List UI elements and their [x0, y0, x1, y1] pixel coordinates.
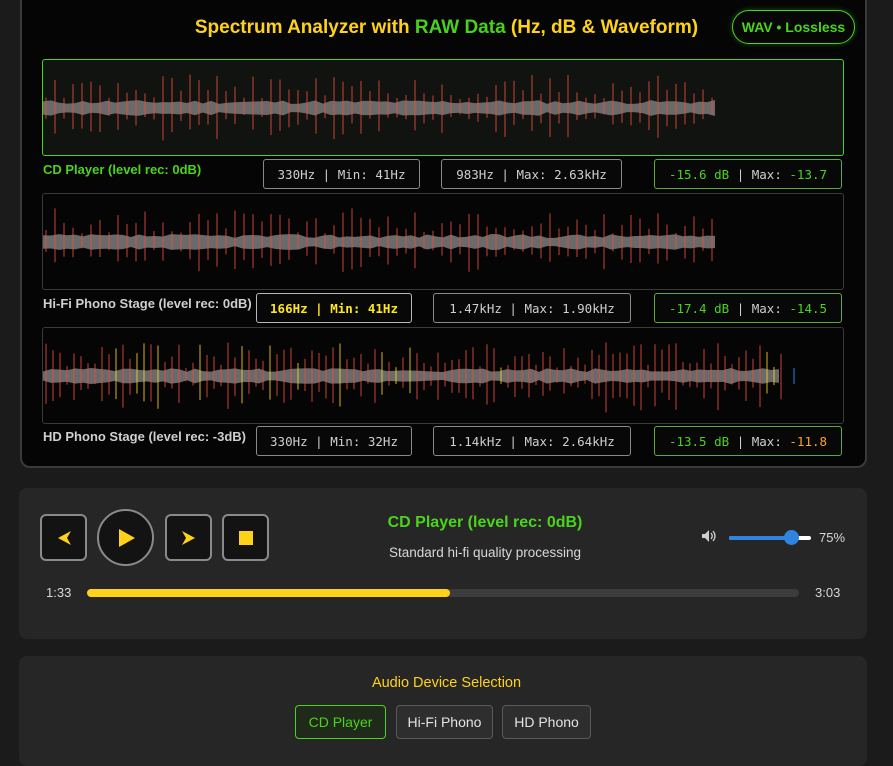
player-panel: [19, 488, 867, 639]
frequency-max-stat: 1.47kHz | Max: 1.90kHz: [433, 293, 631, 323]
frequency-min-stat: 330Hz | Min: 32Hz: [256, 426, 412, 456]
now-playing-description: Standard hi-fi quality processing: [388, 545, 582, 560]
frequency-min-stat: 166Hz | Min: 41Hz: [256, 293, 412, 323]
device-button-hd-phono[interactable]: HD Phono: [502, 705, 591, 739]
frequency-min-stat: 330Hz | Min: 41Hz: [263, 159, 420, 189]
total-duration: 3:03: [815, 585, 841, 600]
waveform-cd-player[interactable]: [42, 59, 844, 156]
volume-slider[interactable]: [729, 530, 811, 545]
play-button[interactable]: [97, 509, 154, 566]
now-playing-title: CD Player (level rec: 0dB): [387, 514, 583, 531]
track-label-hd-phono: HD Phono Stage (level rec: -3dB): [43, 429, 246, 444]
volume-percentage: 75%: [819, 530, 846, 545]
speaker-icon[interactable]: [701, 529, 717, 548]
progress-bar[interactable]: [87, 589, 799, 597]
previous-button[interactable]: [40, 514, 87, 561]
waveform-hd-phono[interactable]: [42, 327, 844, 424]
stop-button[interactable]: [222, 514, 269, 561]
db-level-stat: -13.5 dB | Max: -11.8: [654, 426, 842, 456]
device-button-hifi-phono[interactable]: Hi-Fi Phono: [396, 705, 493, 739]
track-label-cd-player: CD Player (level rec: 0dB): [43, 162, 202, 177]
play-icon: [118, 528, 135, 547]
db-level-stat: -15.6 dB | Max: -13.7: [654, 159, 842, 189]
format-badge: WAV • Lossless: [732, 10, 855, 44]
device-selection-heading: Audio Device Selection: [371, 675, 522, 691]
waveform-hifi-phono[interactable]: [42, 193, 844, 290]
prev-icon: [57, 530, 71, 545]
db-level-stat: -17.4 dB | Max: -14.5: [654, 293, 842, 323]
stop-icon: [238, 530, 253, 545]
next-icon: [181, 530, 195, 545]
elapsed-time: 1:33: [46, 585, 72, 600]
device-button-cd-player[interactable]: CD Player: [295, 705, 386, 739]
volume-level: [729, 536, 791, 540]
frequency-max-stat: 983Hz | Max: 2.63kHz: [441, 159, 622, 189]
next-button[interactable]: [165, 514, 212, 561]
frequency-max-stat: 1.14kHz | Max: 2.64kHz: [433, 426, 631, 456]
volume-handle[interactable]: [783, 530, 799, 545]
track-label-hifi-phono: Hi-Fi Phono Stage (level rec: 0dB): [43, 296, 252, 311]
progress-fill: [87, 589, 451, 597]
